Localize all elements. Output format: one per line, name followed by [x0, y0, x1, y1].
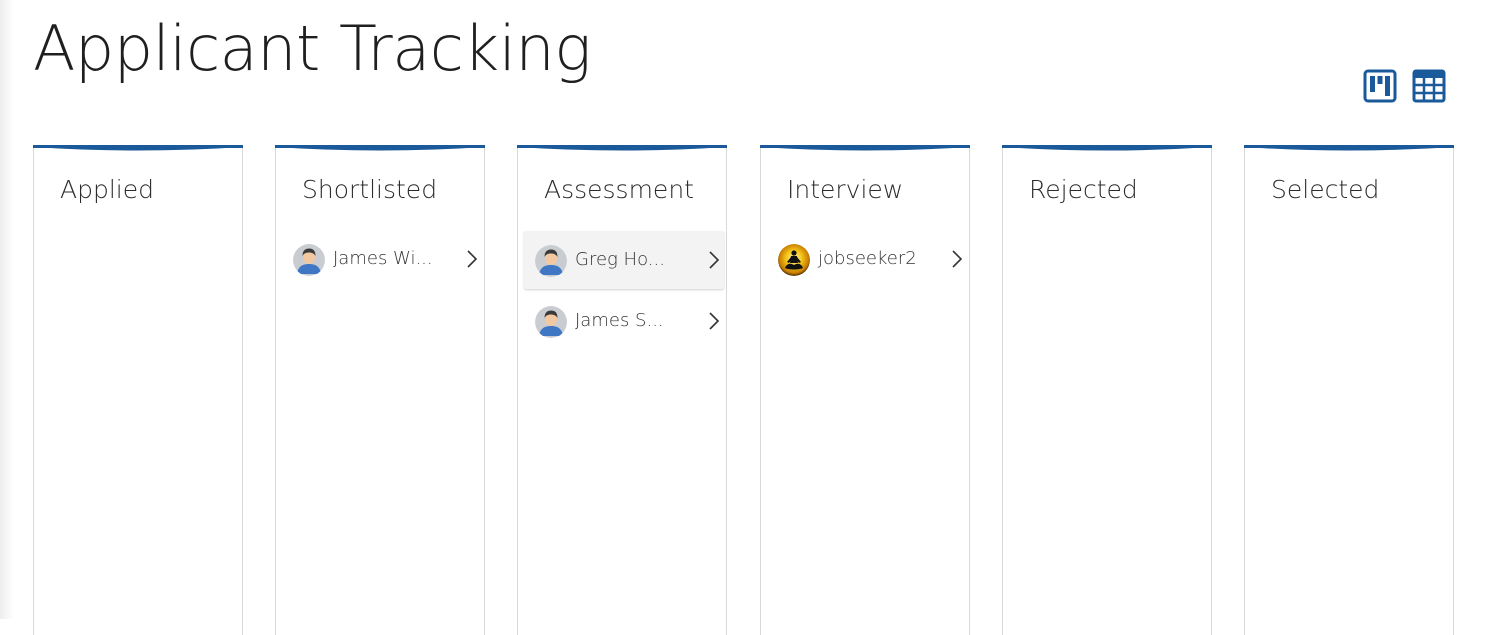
- kanban-board-icon: [1363, 69, 1397, 103]
- applicant-card[interactable]: James Wi...: [282, 230, 482, 288]
- chevron-right-icon[interactable]: [466, 248, 478, 270]
- column-header: Rejected: [1029, 175, 1138, 204]
- column-accent-bar: [760, 145, 970, 151]
- column-header: Selected: [1271, 175, 1380, 204]
- column-header: Applied: [60, 175, 154, 204]
- meditation-silhouette-avatar-icon: [778, 244, 810, 276]
- column-shortlisted: Shortlisted James Wi...: [275, 145, 485, 635]
- column-header: Interview: [787, 175, 904, 204]
- column-rejected: Rejected: [1002, 145, 1212, 635]
- column-applied: Applied: [33, 145, 243, 635]
- applicant-card[interactable]: Greg Ho...: [524, 231, 724, 289]
- page-left-shadow: [0, 0, 14, 619]
- column-interview: Interview jobseeker2: [760, 145, 970, 635]
- page-title: Applicant Tracking: [33, 12, 591, 85]
- applicant-name: James Wi...: [333, 248, 433, 269]
- column-header: Assessment: [544, 175, 694, 204]
- kanban-view-button[interactable]: [1363, 69, 1397, 103]
- column-accent-bar: [517, 145, 727, 151]
- applicant-card[interactable]: James S...: [524, 292, 724, 350]
- chevron-right-icon[interactable]: [951, 248, 963, 270]
- default-male-avatar-icon: [535, 306, 567, 338]
- table-grid-icon: [1412, 69, 1446, 103]
- column-accent-bar: [1244, 145, 1454, 151]
- column-accent-bar: [275, 145, 485, 151]
- column-accent-bar: [33, 145, 243, 151]
- default-male-avatar-icon: [535, 245, 567, 277]
- chevron-right-icon[interactable]: [708, 310, 720, 332]
- column-selected: Selected: [1244, 145, 1454, 635]
- applicant-card[interactable]: jobseeker2: [767, 230, 967, 288]
- column-assessment: Assessment Greg Ho... James S...: [517, 145, 727, 635]
- column-accent-bar: [1002, 145, 1212, 151]
- applicant-name: jobseeker2: [818, 248, 917, 269]
- chevron-right-icon[interactable]: [708, 249, 720, 271]
- table-view-button[interactable]: [1412, 69, 1446, 103]
- column-header: Shortlisted: [302, 175, 438, 204]
- default-male-avatar-icon: [293, 244, 325, 276]
- applicant-name: James S...: [575, 310, 664, 331]
- applicant-name: Greg Ho...: [575, 249, 665, 270]
